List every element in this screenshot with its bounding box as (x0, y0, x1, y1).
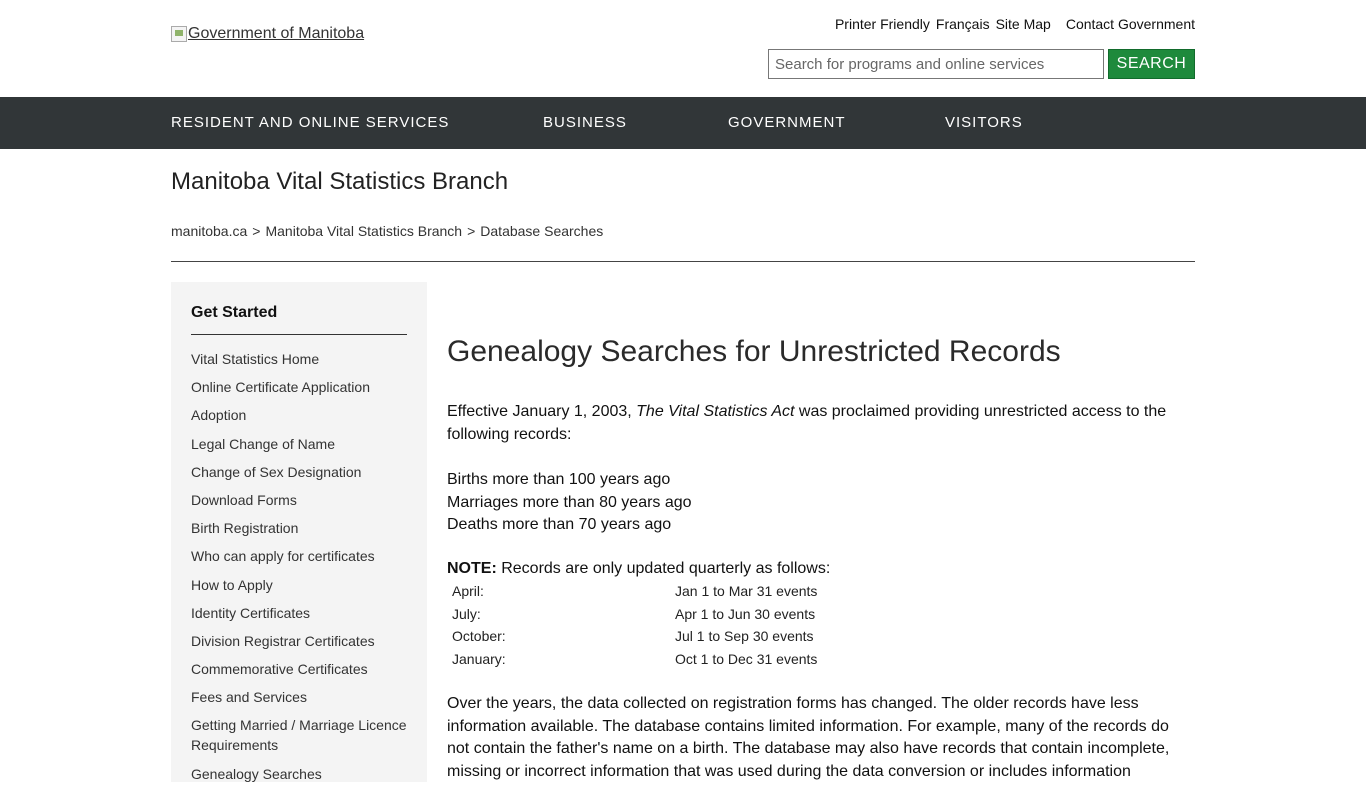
note-paragraph: NOTE: Records are only updated quarterly… (447, 558, 830, 581)
sidebar-item-birth-registration[interactable]: Birth Registration (191, 518, 407, 538)
contact-government-link[interactable]: Contact Government (1066, 16, 1195, 32)
nav-government[interactable]: GOVERNMENT (728, 114, 846, 131)
site-map-link[interactable]: Site Map (996, 16, 1051, 32)
sidebar-item-vital-statistics-home[interactable]: Vital Statistics Home (191, 349, 407, 369)
table-row: July: Apr 1 to Jun 30 events (447, 606, 817, 629)
sidebar-item-identity-certificates[interactable]: Identity Certificates (191, 603, 407, 623)
site-search: SEARCH (768, 49, 1195, 79)
sidebar-item-marriage-licence[interactable]: Getting Married / Marriage Licence Requi… (191, 715, 407, 755)
record-deaths: Deaths more than 70 years ago (447, 516, 672, 533)
site-header: Government of Manitoba Printer Friendly … (0, 0, 1366, 97)
update-schedule-table: April: Jan 1 to Mar 31 events July: Apr 1 … (447, 583, 817, 673)
branch-title: Manitoba Vital Statistics Branch (171, 168, 509, 195)
breadcrumb-branch[interactable]: Manitoba Vital Statistics Branch (265, 223, 462, 239)
sidebar-item-download-forms[interactable]: Download Forms (191, 490, 407, 510)
schedule-events: Jan 1 to Mar 31 events (675, 583, 818, 599)
note-label: NOTE: (447, 560, 497, 577)
schedule-month: October: (452, 628, 506, 644)
intro-paragraph: Effective January 1, 2003, The Vital Sta… (447, 401, 1177, 446)
utility-links: Printer Friendly Français Site Map Conta… (835, 16, 1195, 32)
breadcrumb-home[interactable]: manitoba.ca (171, 223, 247, 239)
francais-link[interactable]: Français (936, 16, 990, 32)
sidebar-divider (191, 334, 407, 335)
sidebar-item-legal-change-of-name[interactable]: Legal Change of Name (191, 434, 407, 454)
sidebar-item-adoption[interactable]: Adoption (191, 405, 407, 425)
table-row: January: Oct 1 to Dec 31 events (447, 651, 817, 674)
nav-visitors[interactable]: VISITORS (945, 114, 1023, 131)
sidebar-item-genealogy-searches[interactable]: Genealogy Searches (191, 764, 407, 784)
sidebar-item-commemorative-certificates[interactable]: Commemorative Certificates (191, 659, 407, 679)
sidebar-heading: Get Started (191, 304, 278, 321)
act-name: The Vital Statistics Act (636, 403, 795, 420)
broken-image-icon (171, 26, 187, 42)
records-list: Births more than 100 years ago Marriages… (447, 469, 692, 537)
record-marriages: Marriages more than 80 years ago (447, 493, 692, 511)
sidebar-item-online-certificate-application[interactable]: Online Certificate Application (191, 377, 407, 397)
schedule-month: July: (452, 605, 481, 622)
record-births: Births more than 100 years ago (447, 471, 671, 488)
schedule-month: January: (452, 650, 506, 667)
schedule-month: April: (452, 583, 484, 599)
search-input[interactable] (768, 49, 1104, 79)
search-button[interactable]: SEARCH (1108, 49, 1195, 79)
sidebar-menu: Vital Statistics Home Online Certificate… (191, 349, 407, 792)
data-limitations-paragraph: Over the years, the data collected on re… (447, 695, 1170, 780)
sidebar: Get Started Vital Statistics Home Online… (171, 282, 427, 782)
schedule-events: Oct 1 to Dec 31 events (675, 650, 818, 667)
nav-resident-services[interactable]: RESIDENT AND ONLINE SERVICES (171, 114, 449, 131)
intro-text: Effective January 1, 2003, (447, 403, 637, 420)
schedule-events: Jul 1 to Sep 30 events (675, 628, 814, 644)
table-row: October: Jul 1 to Sep 30 events (447, 628, 817, 651)
government-logo[interactable]: Government of Manitoba (171, 25, 364, 43)
sidebar-item-who-can-apply[interactable]: Who can apply for certificates (191, 546, 407, 566)
sidebar-item-how-to-apply[interactable]: How to Apply (191, 575, 407, 595)
schedule-events: Apr 1 to Jun 30 events (675, 605, 816, 622)
breadcrumb: manitoba.ca > Manitoba Vital Statistics Br… (171, 223, 604, 239)
sidebar-item-division-registrar-certificates[interactable]: Division Registrar Certificates (191, 631, 407, 651)
logo-alt-text: Government of Manitoba (188, 25, 365, 42)
note-text: Records are only updated quarterly as fo… (496, 560, 831, 577)
sidebar-item-fees-and-services[interactable]: Fees and Services (191, 687, 407, 707)
table-row: April: Jan 1 to Mar 31 events (447, 583, 817, 606)
page-title: Genealogy Searches for Unrestricted Reco… (447, 335, 1061, 368)
breadcrumb-current: Database Searches (480, 223, 604, 239)
sidebar-item-change-of-sex-designation[interactable]: Change of Sex Designation (191, 462, 407, 482)
printer-friendly-link[interactable]: Printer Friendly (835, 16, 930, 32)
header-divider (171, 261, 1195, 262)
main-navigation: RESIDENT AND ONLINE SERVICES BUSINESS GO… (0, 97, 1366, 149)
nav-business[interactable]: BUSINESS (543, 114, 627, 131)
